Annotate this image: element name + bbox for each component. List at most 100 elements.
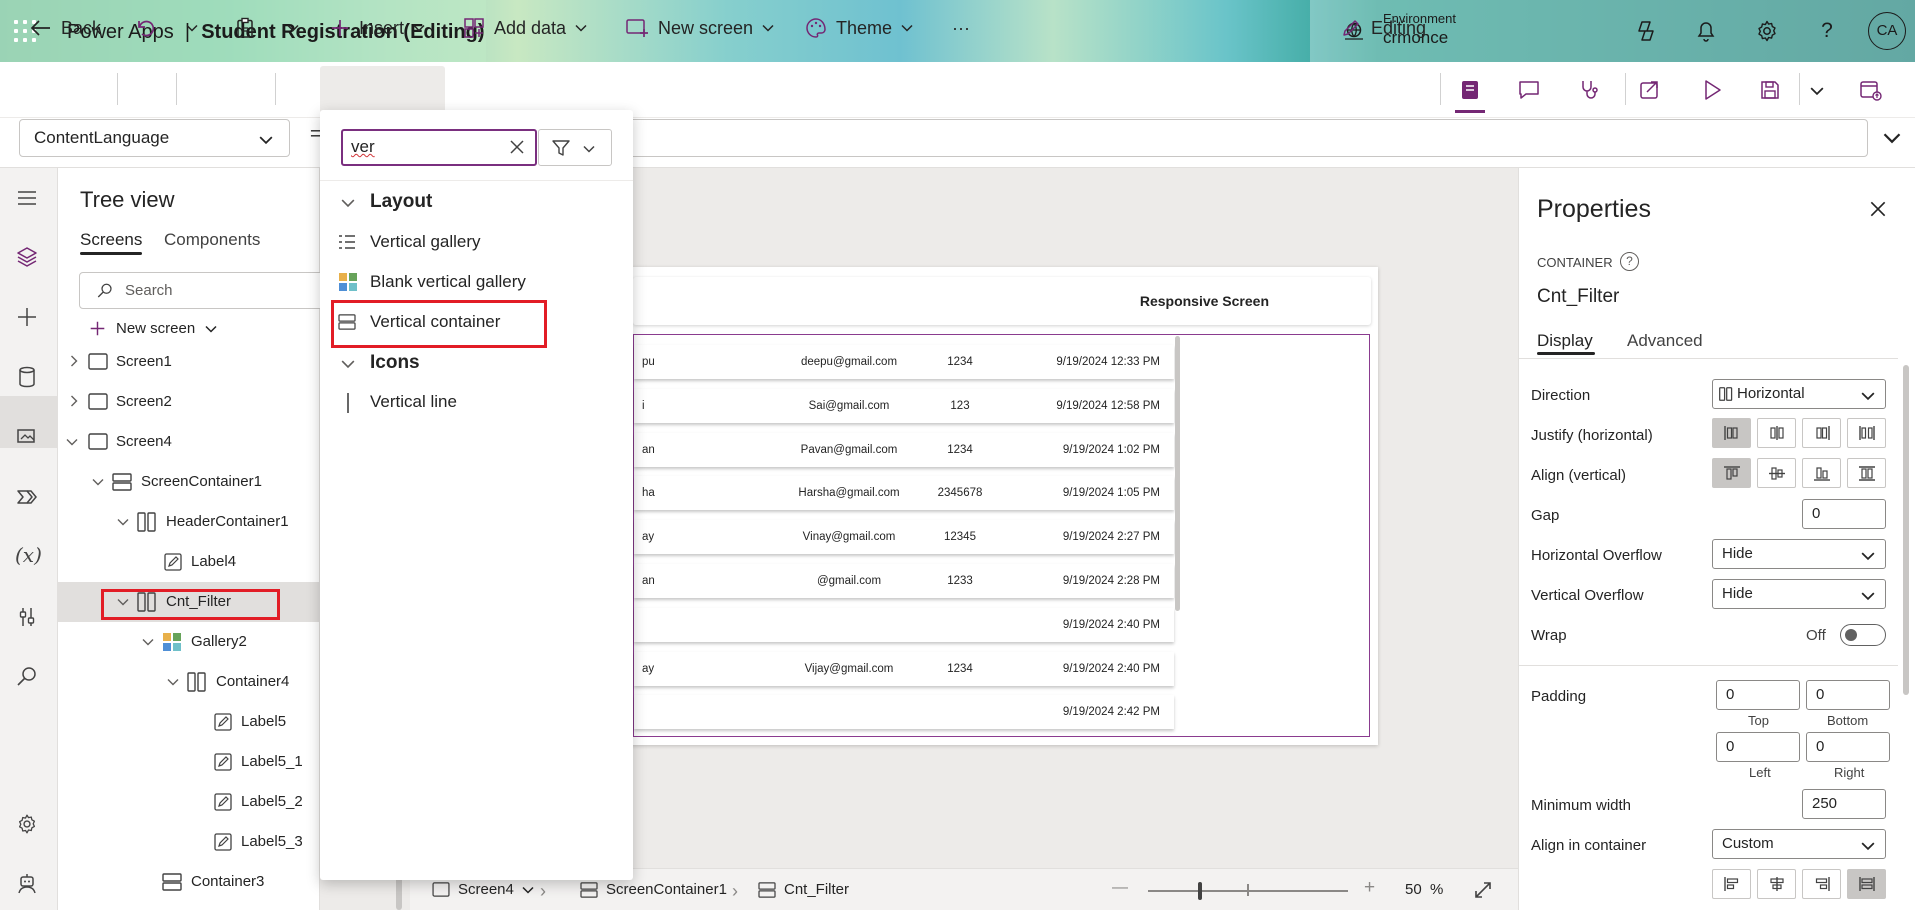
insert-button[interactable]: Insert xyxy=(330,0,425,56)
help-icon[interactable]: ? xyxy=(1814,18,1840,44)
play-icon[interactable] xyxy=(1700,78,1724,102)
insert-section-icons[interactable]: Icons xyxy=(370,352,420,374)
tree-search-input[interactable] xyxy=(79,272,329,309)
save-dropdown[interactable] xyxy=(1810,84,1834,108)
padding-bottom-input[interactable]: 0 xyxy=(1806,680,1890,710)
horizontal-overflow-dropdown[interactable]: Hide xyxy=(1712,539,1886,569)
editing-mode-button[interactable]: Editing xyxy=(1340,0,1426,56)
wrap-toggle[interactable] xyxy=(1840,624,1886,646)
tree-node-label5-1[interactable]: Label5_1 xyxy=(58,742,320,782)
gallery-row[interactable]: ay Vijay@gmail.com 1234 9/19/2024 2:40 PM xyxy=(634,651,1174,686)
justify-space-between-button[interactable] xyxy=(1847,418,1886,448)
tree-node-label5[interactable]: Label5 xyxy=(58,702,320,742)
tree-node-container4[interactable]: Container4 xyxy=(58,662,320,702)
new-screen-tree-button[interactable]: New screen xyxy=(89,320,217,337)
back-button[interactable]: Back xyxy=(30,0,101,56)
power-automate-icon[interactable] xyxy=(15,485,41,511)
align-self-start-button[interactable] xyxy=(1712,869,1751,899)
zoom-slider-thumb[interactable] xyxy=(1198,882,1202,900)
footer-screen-selector[interactable]: Screen4 xyxy=(432,881,534,898)
tree-node-label5-3[interactable]: Label5_3 xyxy=(58,822,320,862)
close-icon[interactable] xyxy=(1868,199,1888,219)
align-self-center-button[interactable] xyxy=(1757,869,1796,899)
gallery-row[interactable]: i Sai@gmail.com 123 9/19/2024 12:58 PM xyxy=(634,388,1174,423)
tree-node-label4[interactable]: Label4 xyxy=(58,542,320,582)
media-icon[interactable] xyxy=(15,425,41,451)
gallery-row[interactable]: 9/19/2024 2:42 PM xyxy=(634,695,1174,730)
gallery-row[interactable]: 9/19/2024 2:40 PM xyxy=(634,607,1174,642)
tree-node-screen2[interactable]: Screen2 xyxy=(58,382,320,422)
justify-start-button[interactable] xyxy=(1712,418,1751,448)
gear-icon[interactable] xyxy=(1754,18,1780,44)
tree-node-screencontainer1[interactable]: ScreenContainer1 xyxy=(58,462,320,502)
padding-top-input[interactable]: 0 xyxy=(1716,680,1800,710)
zoom-in-button[interactable]: + xyxy=(1364,877,1375,899)
property-selector[interactable]: ContentLanguage xyxy=(19,119,290,157)
stethoscope-icon[interactable] xyxy=(1577,78,1601,102)
virtual-agent-icon[interactable] xyxy=(15,872,41,898)
zoom-out-button[interactable]: — xyxy=(1112,879,1128,897)
settings-icon[interactable] xyxy=(15,812,41,838)
filter-button[interactable] xyxy=(538,129,612,166)
properties-scrollbar[interactable] xyxy=(1903,365,1909,695)
publish-icon[interactable] xyxy=(1858,78,1882,102)
collapse-icons-icon[interactable] xyxy=(341,357,355,371)
align-top-button[interactable] xyxy=(1712,458,1751,488)
gallery-scrollbar[interactable] xyxy=(1175,336,1180,611)
collapse-layout-icon[interactable] xyxy=(341,196,355,210)
undo-button[interactable] xyxy=(134,0,156,56)
gallery-row[interactable]: pu deepu@gmail.com 1234 9/19/2024 12:33 PM xyxy=(634,345,1174,379)
hamburger-menu-icon[interactable] xyxy=(15,186,41,212)
tree-node-headercontainer1[interactable]: HeaderContainer1 xyxy=(58,502,320,542)
user-avatar[interactable]: CA xyxy=(1868,12,1906,50)
justify-center-button[interactable] xyxy=(1757,418,1796,448)
tab-screens[interactable]: Screens xyxy=(80,230,142,250)
direction-dropdown[interactable]: Horizontal xyxy=(1712,379,1886,409)
tree-node-container3[interactable]: Container3 xyxy=(58,862,320,902)
clear-search-icon[interactable] xyxy=(508,138,526,156)
gallery-row[interactable]: an @gmail.com 1233 9/19/2024 2:28 PM xyxy=(634,564,1174,598)
copilot-icon[interactable] xyxy=(1633,18,1659,44)
control-name[interactable]: Cnt_Filter xyxy=(1537,286,1619,308)
tree-view-icon[interactable] xyxy=(15,245,41,271)
help-icon[interactable]: ? xyxy=(1620,252,1639,271)
align-self-end-button[interactable] xyxy=(1802,869,1841,899)
tree-node-gallery2[interactable]: Gallery2 xyxy=(58,622,320,662)
align-bottom-button[interactable] xyxy=(1802,458,1841,488)
tree-node-label5-2[interactable]: Label5_2 xyxy=(58,782,320,822)
insert-plus-icon[interactable] xyxy=(15,305,41,331)
app-checker-icon[interactable] xyxy=(1458,78,1482,102)
add-data-button[interactable]: Add data xyxy=(463,0,587,56)
save-icon[interactable] xyxy=(1758,78,1782,102)
new-screen-button[interactable]: New screen xyxy=(625,0,774,56)
gap-input[interactable]: 0 xyxy=(1802,499,1886,529)
insert-item-vertical-line[interactable]: Vertical line xyxy=(370,392,457,412)
minimum-width-input[interactable]: 250 xyxy=(1802,789,1886,819)
tree-node-screen4[interactable]: Screen4 xyxy=(58,422,320,462)
paste-button[interactable] xyxy=(235,0,255,56)
footer-breadcrumb-cnt-filter[interactable]: Cnt_Filter xyxy=(758,881,849,898)
fit-to-window-icon[interactable] xyxy=(1473,880,1493,900)
gallery-row[interactable]: an Pavan@gmail.com 1234 9/19/2024 1:02 PM xyxy=(634,432,1174,467)
insert-section-layout[interactable]: Layout xyxy=(370,191,432,213)
align-middle-button[interactable] xyxy=(1757,458,1796,488)
align-stretch-button[interactable] xyxy=(1847,458,1886,488)
bell-icon[interactable] xyxy=(1693,18,1719,44)
comment-icon[interactable] xyxy=(1517,78,1541,102)
footer-breadcrumb-screencontainer1[interactable]: ScreenContainer1 xyxy=(580,881,727,898)
undo-dropdown[interactable] xyxy=(186,0,198,56)
more-commands-button[interactable]: ··· xyxy=(952,0,970,56)
data-icon[interactable] xyxy=(15,365,41,391)
align-self-stretch-button[interactable] xyxy=(1847,869,1886,899)
tab-display[interactable]: Display xyxy=(1537,331,1593,351)
padding-left-input[interactable]: 0 xyxy=(1716,732,1800,762)
tree-node-screen1[interactable]: Screen1 xyxy=(58,342,320,382)
expand-formula-icon[interactable] xyxy=(1883,129,1901,147)
insert-item-blank-vertical-gallery[interactable]: Blank vertical gallery xyxy=(370,272,526,292)
formula-input[interactable] xyxy=(520,119,1868,157)
tab-advanced[interactable]: Advanced xyxy=(1627,331,1703,351)
align-in-container-dropdown[interactable]: Custom xyxy=(1712,829,1886,859)
justify-end-button[interactable] xyxy=(1802,418,1841,448)
share-icon[interactable] xyxy=(1638,78,1662,102)
advanced-tools-icon[interactable] xyxy=(15,605,41,631)
